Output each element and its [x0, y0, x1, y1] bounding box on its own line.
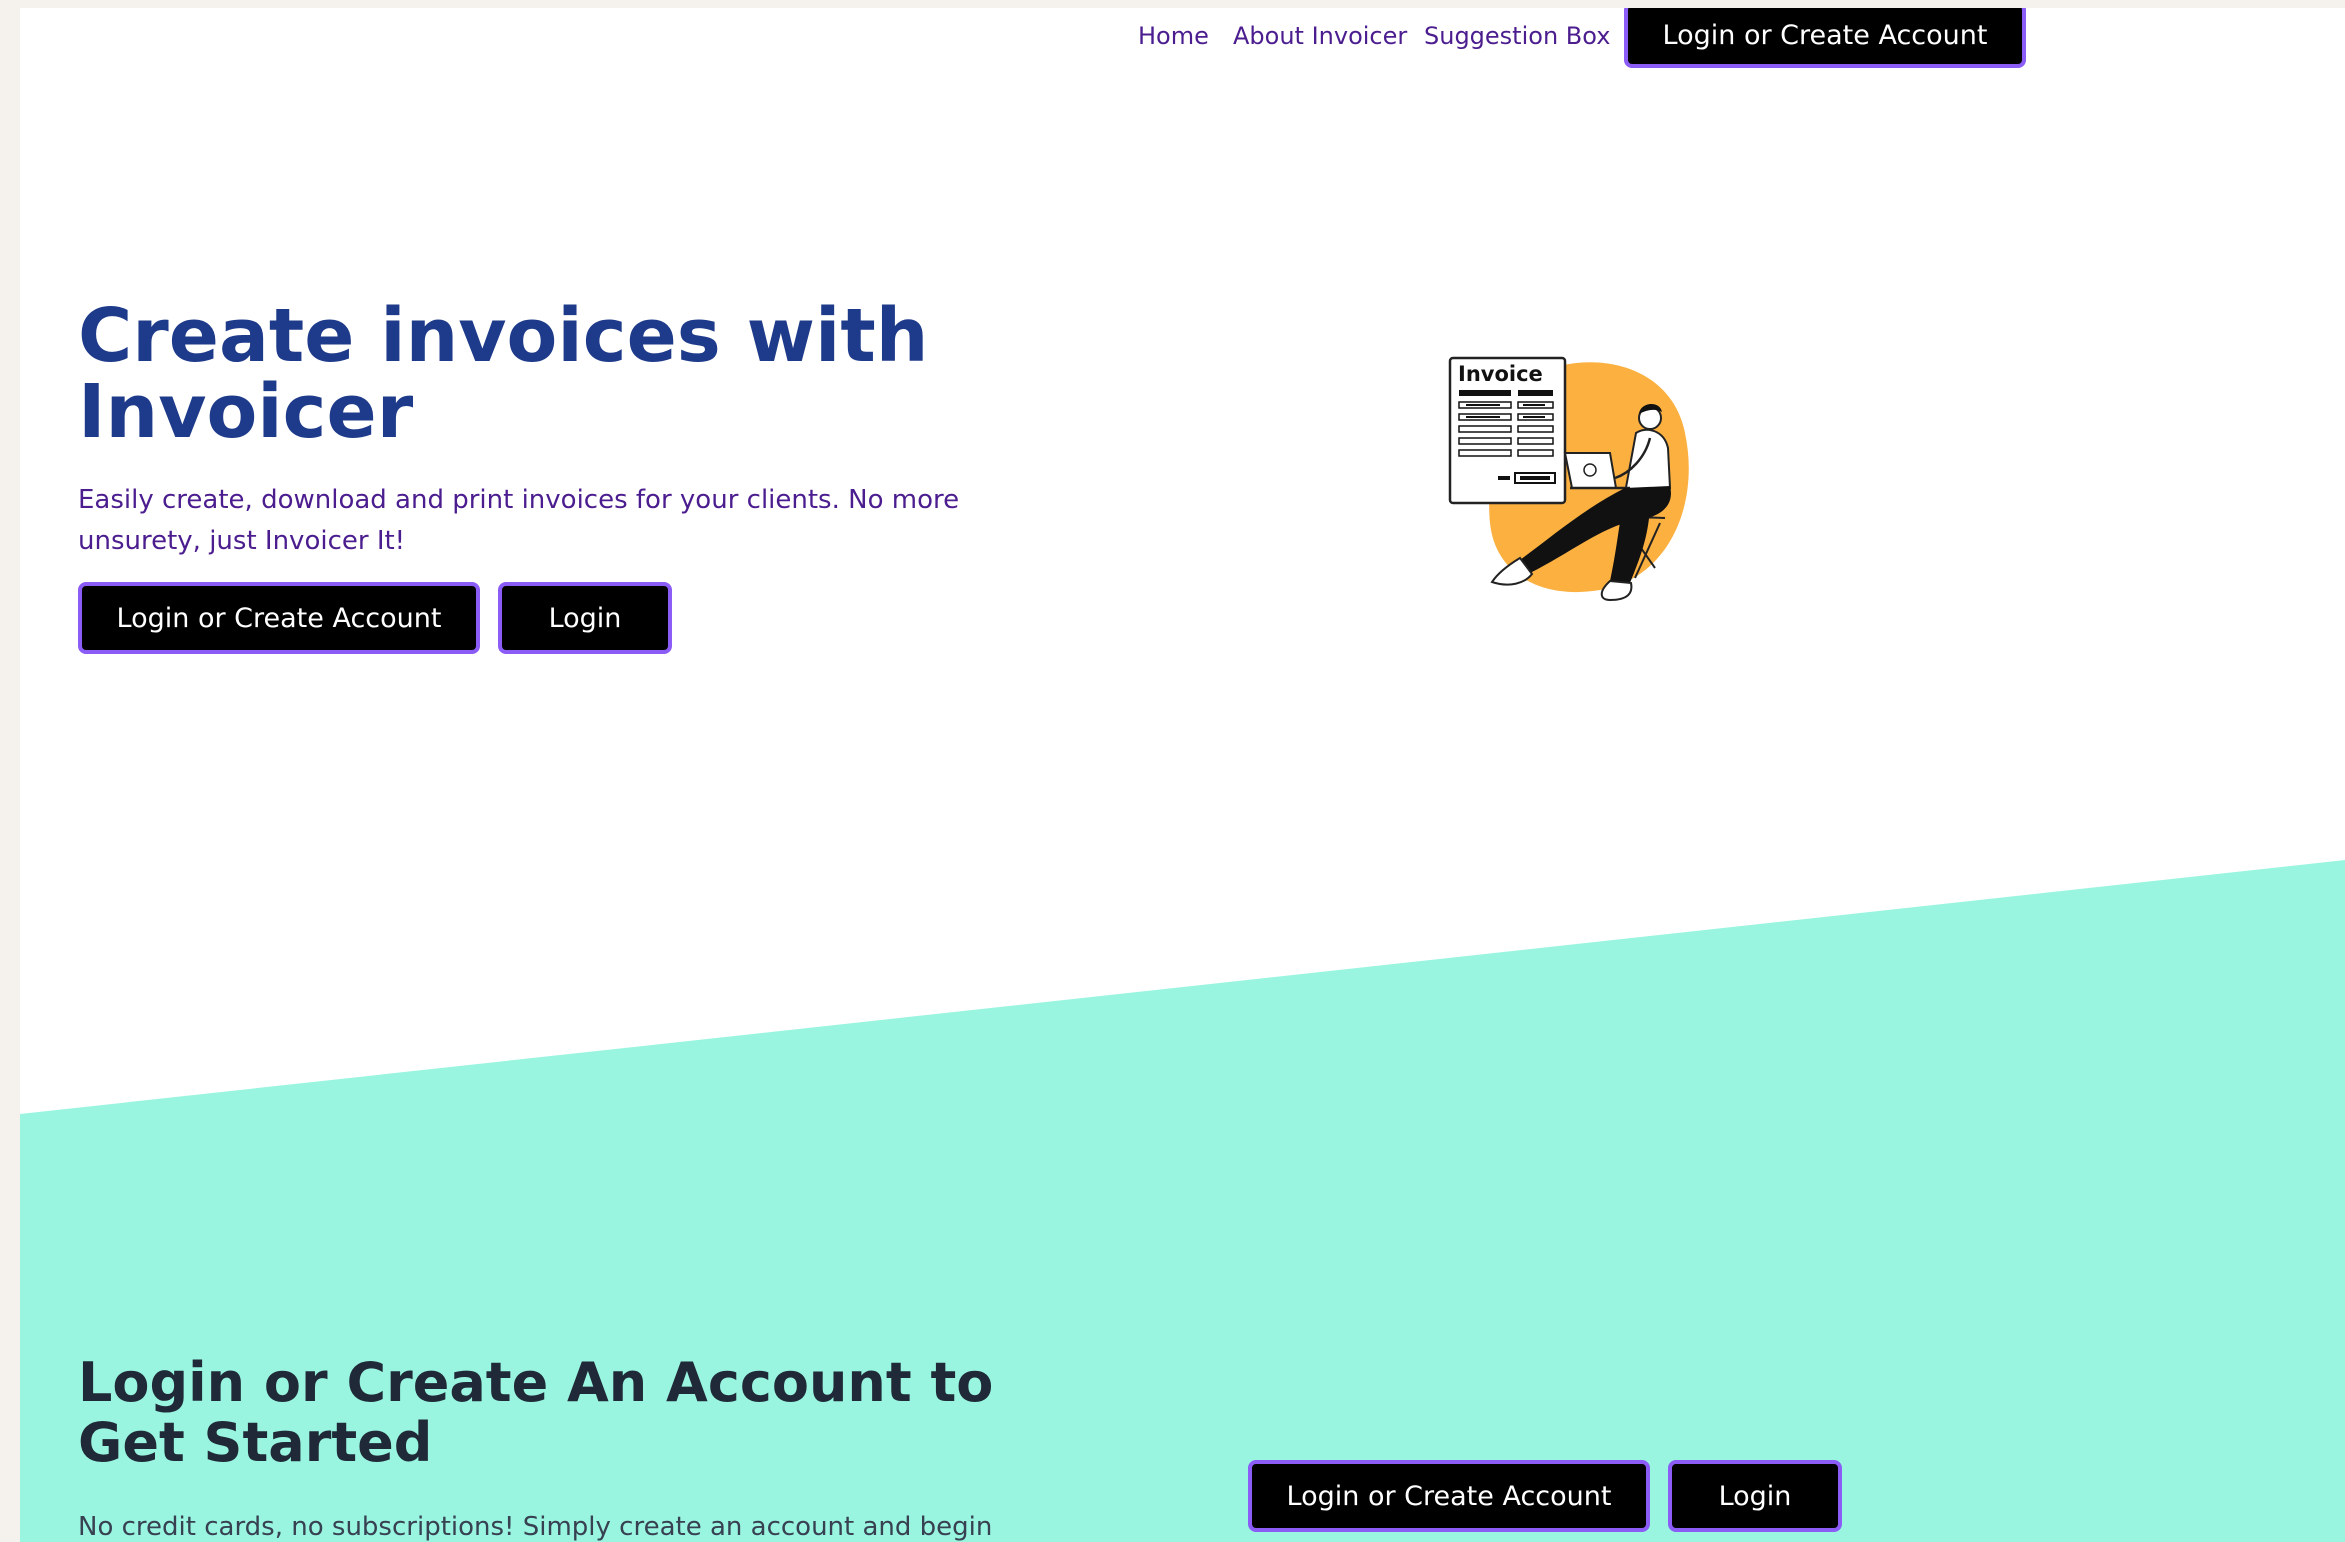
- cta-title: Login or Create An Account to Get Starte…: [78, 1351, 994, 1474]
- hero-title: Create invoices with Invoicer: [78, 293, 929, 455]
- cta-login-button[interactable]: Login: [1668, 1460, 1842, 1532]
- nav-link-suggestion-box[interactable]: Suggestion Box: [1424, 22, 1610, 50]
- invoice-illustration: Invoice: [1448, 356, 1689, 602]
- nav-link-about[interactable]: About Invoicer: [1233, 22, 1407, 50]
- hero-subtitle: Easily create, download and print invoic…: [78, 485, 960, 556]
- hero-login-button[interactable]: Login: [498, 582, 672, 654]
- cta-subtitle: No credit cards, no subscriptions! Simpl…: [78, 1512, 993, 1542]
- hero-login-create-account-button[interactable]: Login or Create Account: [78, 582, 480, 654]
- page: Home About Invoicer Suggestion Box Login…: [20, 8, 2345, 1542]
- top-nav: Home About Invoicer Suggestion Box Login…: [20, 8, 2345, 72]
- cta-login-create-account-button[interactable]: Login or Create Account: [1248, 1460, 1650, 1532]
- invoice-sheet-label: Invoice: [1458, 362, 1543, 386]
- nav-login-create-account-button[interactable]: Login or Create Account: [1624, 8, 2026, 68]
- teal-section-background: [20, 860, 2345, 1542]
- nav-link-home[interactable]: Home: [1138, 22, 1209, 50]
